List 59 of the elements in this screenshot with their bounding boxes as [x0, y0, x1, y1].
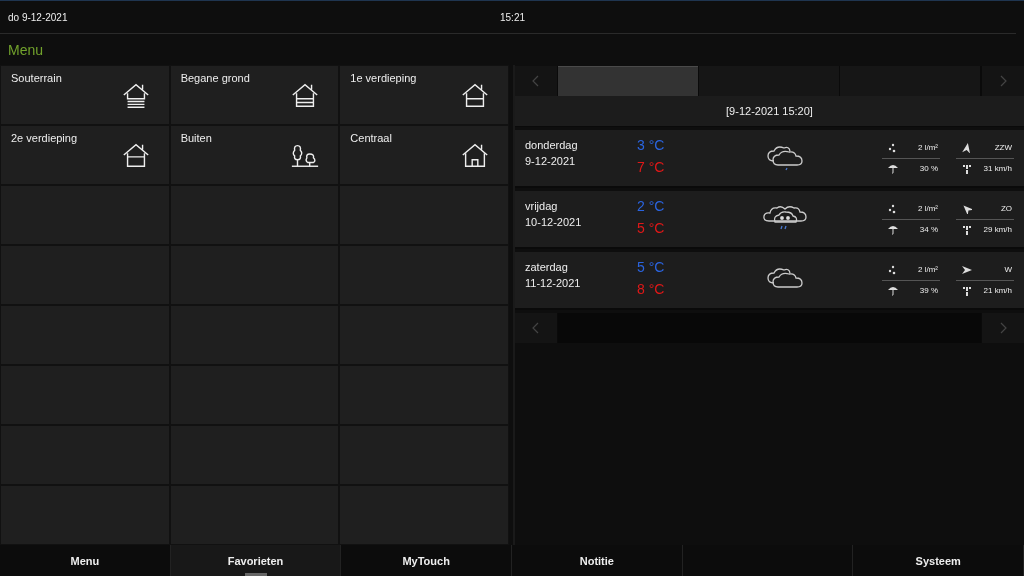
- rain-chance: 30 %: [919, 164, 938, 173]
- raindrops-icon: [888, 142, 898, 153]
- nav-tab[interactable]: MyTouch: [341, 545, 512, 576]
- day-name: donderdag: [525, 139, 579, 151]
- nav-tab[interactable]: Favorieten: [170, 545, 342, 576]
- rain-cloud-icon: [764, 143, 805, 173]
- nav-tab[interactable]: Systeem: [853, 545, 1024, 576]
- next-button[interactable]: [981, 313, 1024, 343]
- wind-direction: W: [1004, 265, 1012, 274]
- precipitation: 2 l/m²: [918, 204, 938, 213]
- min-temperature: 2 °C: [637, 198, 666, 214]
- day-date: 10-12-2021: [525, 216, 583, 228]
- room-tile[interactable]: Buiten: [169, 125, 340, 185]
- wind-arrow-icon: [962, 264, 972, 275]
- room-tile[interactable]: Souterrain: [0, 65, 170, 125]
- rain-chance: 34 %: [919, 225, 938, 234]
- precipitation: 2 l/m²: [918, 143, 938, 152]
- raindrops-icon: [888, 264, 898, 275]
- nav-tab[interactable]: Notitie: [512, 545, 683, 576]
- chevron-right-icon: [999, 322, 1007, 334]
- chevron-left-icon: [532, 75, 540, 87]
- umbrella-icon: [888, 224, 898, 235]
- nav-tab[interactable]: Menu: [0, 545, 171, 576]
- page-title: Menu: [8, 41, 44, 58]
- chevron-left-icon: [532, 322, 540, 334]
- wind-arrow-icon: [962, 142, 972, 153]
- max-temperature: 5 °C: [637, 220, 666, 236]
- room-tile[interactable]: 2e verdieping: [0, 125, 170, 185]
- day-date: 11-12-2021: [525, 277, 582, 289]
- forecast-tab[interactable]: [558, 66, 699, 96]
- wind-speed: 21 km/h: [983, 286, 1012, 295]
- wind-direction: ZZW: [994, 143, 1012, 152]
- min-temperature: 5 °C: [637, 259, 666, 275]
- day-name: vrijdag: [525, 200, 559, 212]
- wind-speed-icon: [962, 224, 972, 235]
- min-temperature: 3 °C: [637, 137, 666, 153]
- day-name: zaterdag: [525, 261, 569, 273]
- chevron-right-icon: [999, 75, 1007, 87]
- room-tile[interactable]: Begane grond: [169, 65, 340, 125]
- wind-arrow-icon: [962, 203, 972, 214]
- status-time: 15:21: [500, 11, 526, 23]
- room-tile[interactable]: Centraal: [339, 125, 509, 185]
- max-temperature: 8 °C: [637, 281, 666, 297]
- status-date: do 9-12-2021: [8, 11, 68, 23]
- wind-speed: 31 km/h: [983, 164, 1012, 173]
- max-temperature: 7 °C: [637, 159, 666, 175]
- wind-speed-icon: [962, 163, 972, 174]
- wind-speed-icon: [962, 285, 972, 296]
- wind-direction: ZO: [1000, 204, 1012, 213]
- raindrops-icon: [888, 203, 898, 214]
- wind-speed: 29 km/h: [983, 225, 1012, 234]
- umbrella-icon: [888, 285, 898, 296]
- update-time: [9-12-2021 15:20]: [726, 105, 813, 117]
- umbrella-icon: [888, 163, 898, 174]
- previous-button[interactable]: [515, 313, 558, 343]
- room-tile[interactable]: 1e verdieping: [339, 65, 509, 125]
- rain-chance: 39 %: [919, 286, 938, 295]
- precipitation: 2 l/m²: [918, 265, 938, 274]
- day-date: 9-12-2021: [525, 155, 577, 167]
